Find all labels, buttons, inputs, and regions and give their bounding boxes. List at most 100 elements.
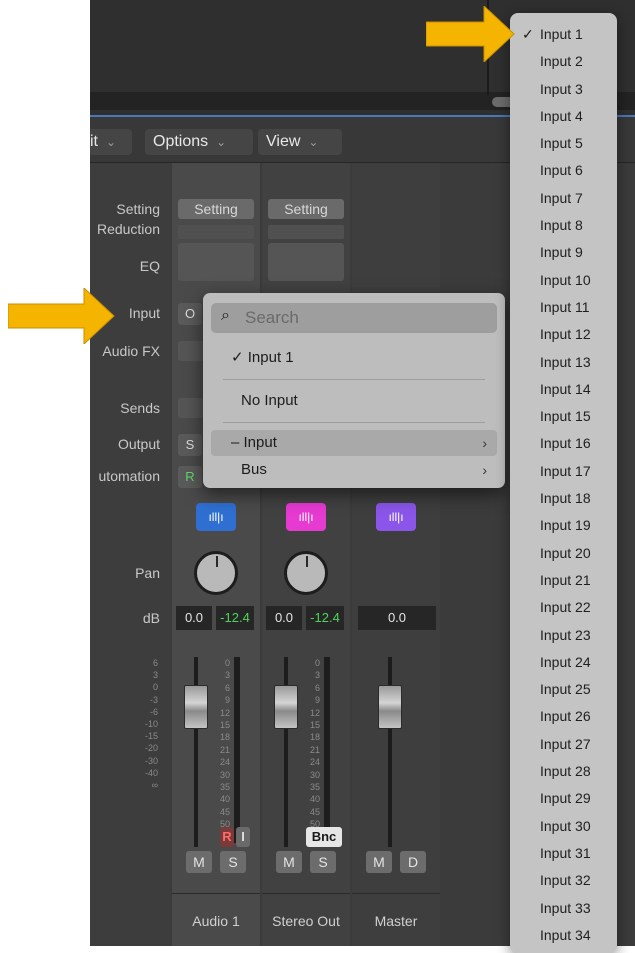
scale-tick: ∞ <box>151 780 158 791</box>
list-item-input[interactable]: Input 19 <box>510 512 617 539</box>
list-item-label: Input 17 <box>540 462 591 479</box>
list-item-input[interactable]: Input 32 <box>510 867 617 894</box>
list-item-input[interactable]: Input 2 <box>510 48 617 75</box>
scale-tick: 45 <box>219 806 230 817</box>
popup-search-field[interactable]: ⌕ <box>211 303 497 333</box>
input-monitor-button[interactable]: I <box>236 827 250 847</box>
list-item-input[interactable]: Input 3 <box>510 76 617 103</box>
list-item-input[interactable]: ✓ Input 1 <box>510 21 617 48</box>
audio-fx-slot[interactable] <box>178 341 206 361</box>
list-item-input[interactable]: Input 17 <box>510 458 617 485</box>
scale-tick: -30 <box>144 755 158 766</box>
volume-readout[interactable]: 0.0 <box>266 606 302 630</box>
level-meter <box>324 657 330 843</box>
list-item-input[interactable]: Input 18 <box>510 485 617 512</box>
list-item-input[interactable]: Input 23 <box>510 622 617 649</box>
divider <box>172 893 260 894</box>
strip-name[interactable]: Stereo Out <box>262 913 350 929</box>
list-item-input[interactable]: Input 26 <box>510 703 617 730</box>
list-item-input[interactable]: Input 10 <box>510 267 617 294</box>
input-label: Input <box>128 305 160 321</box>
strip-name[interactable]: Audio 1 <box>172 913 260 929</box>
list-item-label: Input 2 <box>540 53 583 70</box>
list-item-input[interactable]: Input 31 <box>510 840 617 867</box>
scale-tick: 24 <box>219 757 230 768</box>
chevron-right-icon: › <box>482 435 487 451</box>
list-item-input[interactable]: Input 20 <box>510 540 617 567</box>
menu-item-input-submenu[interactable]: – Input › <box>211 430 497 456</box>
peak-readout[interactable]: -12.4 <box>216 606 254 630</box>
menu-item-no-input[interactable]: No Input <box>211 388 497 414</box>
setting-button[interactable]: Setting <box>178 199 254 219</box>
solo-button[interactable]: S <box>220 851 246 873</box>
list-item-input[interactable]: Input 22 <box>510 594 617 621</box>
list-item-label: Input 3 <box>540 80 583 97</box>
list-item-label: Input 21 <box>540 571 591 588</box>
list-item-input[interactable]: Input 34 <box>510 922 617 949</box>
list-item-input[interactable]: Input 8 <box>510 212 617 239</box>
peak-readout[interactable]: -12.4 <box>306 606 344 630</box>
output-slot-button[interactable]: S <box>178 434 202 456</box>
automation-button[interactable]: R <box>178 466 202 488</box>
input-slot-button[interactable]: O <box>178 303 202 325</box>
sends-slot[interactable] <box>178 398 206 418</box>
chevron-down-icon: ⌄ <box>216 135 227 149</box>
scale-tick: 40 <box>309 794 320 805</box>
list-item-input[interactable]: Input 29 <box>510 785 617 812</box>
list-item-input[interactable]: Input 24 <box>510 649 617 676</box>
options-menu[interactable]: Options ⌄ <box>145 129 253 155</box>
waveform-icon: ıll|ı <box>286 503 326 531</box>
list-item-input[interactable]: Input 9 <box>510 239 617 266</box>
view-menu[interactable]: View ⌄ <box>258 129 342 155</box>
volume-readout[interactable]: 0.0 <box>358 606 436 630</box>
list-item-input[interactable]: Input 33 <box>510 895 617 922</box>
volume-fader[interactable] <box>184 685 208 729</box>
scale-tick: 24 <box>309 757 320 768</box>
list-item-input[interactable]: Input 15 <box>510 403 617 430</box>
list-item-input[interactable]: Input 12 <box>510 321 617 348</box>
search-input[interactable] <box>245 307 485 329</box>
eq-display[interactable] <box>268 243 344 281</box>
mute-button[interactable]: M <box>186 851 212 873</box>
mute-button[interactable]: M <box>276 851 302 873</box>
checkmark-icon: ✓ <box>231 349 244 366</box>
list-item-input[interactable]: Input 30 <box>510 813 617 840</box>
eq-display[interactable] <box>178 243 254 281</box>
list-item-input[interactable]: Input 14 <box>510 376 617 403</box>
list-item-input[interactable]: Input 27 <box>510 731 617 758</box>
arrow-right-icon <box>8 288 115 344</box>
list-item-input[interactable]: Input 13 <box>510 349 617 376</box>
list-item-input[interactable]: Input 21 <box>510 567 617 594</box>
list-item-input[interactable]: Input 7 <box>510 185 617 212</box>
fader-scale: 6 3 0 -3 -6 -10 -15 -20 -30 -40 ∞ <box>138 657 158 791</box>
strip-name[interactable]: Master <box>352 913 440 929</box>
setting-button[interactable]: Setting <box>268 199 344 219</box>
edit-menu[interactable]: it ⌄ <box>90 129 132 155</box>
list-item-input[interactable]: Input 4 <box>510 103 617 130</box>
list-item-input[interactable]: Input 25 <box>510 676 617 703</box>
bounce-button[interactable]: Bnc <box>306 827 342 847</box>
list-item-input[interactable]: Input 11 <box>510 294 617 321</box>
scale-tick: -3 <box>149 694 158 705</box>
list-item-input[interactable]: Input 6 <box>510 157 617 184</box>
volume-readout[interactable]: 0.0 <box>176 606 212 630</box>
scale-tick: -10 <box>144 719 158 730</box>
scale-tick: -15 <box>144 731 158 742</box>
list-item-label: Input 6 <box>540 162 583 179</box>
mute-button[interactable]: M <box>366 851 392 873</box>
solo-button[interactable]: S <box>310 851 336 873</box>
scale-tick: 40 <box>219 794 230 805</box>
menu-item-bus-submenu[interactable]: Bus › <box>211 457 497 483</box>
volume-fader[interactable] <box>274 685 298 729</box>
list-item-input[interactable]: Input 5 <box>510 130 617 157</box>
pan-knob[interactable] <box>194 551 238 595</box>
pan-knob[interactable] <box>284 551 328 595</box>
volume-fader[interactable] <box>378 685 402 729</box>
list-item-input[interactable]: Input 28 <box>510 758 617 785</box>
list-item-input[interactable]: Input 16 <box>510 430 617 457</box>
dim-button[interactable]: D <box>400 851 426 873</box>
record-enable-button[interactable]: R <box>220 827 234 847</box>
menu-item-input-1[interactable]: ✓ Input 1 <box>211 345 497 371</box>
scale-tick: -40 <box>144 767 158 778</box>
options-menu-label: Options <box>153 133 209 150</box>
